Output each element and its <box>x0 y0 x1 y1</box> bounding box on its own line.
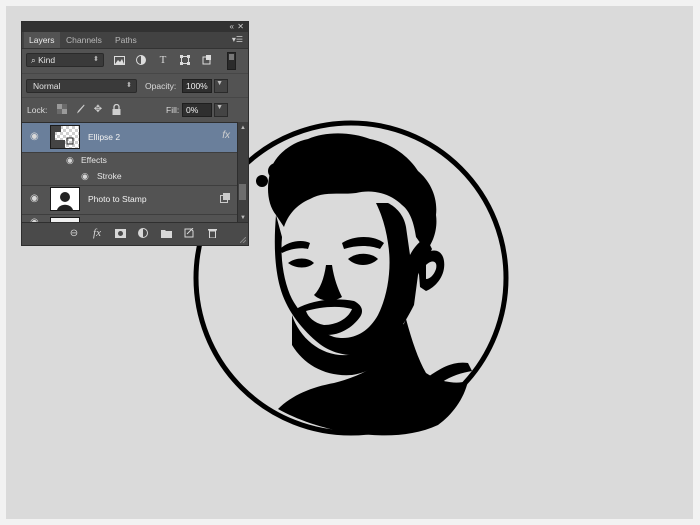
layer-style-icon[interactable]: fx <box>91 227 103 239</box>
type-filter-icon[interactable]: T <box>156 53 170 67</box>
visibility-eye-icon[interactable]: ◉ <box>30 194 42 204</box>
layer-row-ellipse-2[interactable]: ◉ Ellipse 2 fx <box>22 123 238 153</box>
blend-mode-value: Normal <box>33 81 61 91</box>
effect-stroke-row[interactable]: ◉ Stroke <box>22 168 238 186</box>
chevron-updown-icon: ⬍ <box>93 56 99 63</box>
effects-visibility-eye-icon[interactable]: ◉ <box>66 156 76 165</box>
visibility-eye-icon[interactable]: ◉ <box>30 132 42 142</box>
fill-label: Fill: <box>166 105 180 115</box>
shape-layer-icon <box>51 126 74 148</box>
stroke-effect-label: Stroke <box>97 171 122 181</box>
lock-position-icon[interactable]: ✥ <box>92 103 104 115</box>
opacity-input[interactable]: 100% <box>182 79 212 93</box>
layer-effects-row[interactable]: ◉ Effects <box>22 152 238 168</box>
fill-dropdown[interactable]: ▼ <box>214 103 228 117</box>
image-filter-icon[interactable] <box>112 53 126 67</box>
fx-icon[interactable]: fx <box>222 130 230 141</box>
chevron-down-icon: ▼ <box>216 104 223 111</box>
filter-row: ⌕ Kind ⬍ T <box>22 49 248 71</box>
lock-row: Lock: ✥ Fill: 0% ▼ <box>22 97 248 122</box>
layer-thumbnail <box>50 187 80 211</box>
tab-paths[interactable]: Paths <box>110 32 142 48</box>
layers-panel: « ✕ Layers Channels Paths ▾☰ ⌕ Kind ⬍ T <box>21 21 249 246</box>
scroll-down-icon[interactable]: ▼ <box>239 214 247 222</box>
link-layers-icon[interactable]: ⊖ <box>68 227 80 239</box>
chevron-updown-icon: ⬍ <box>126 82 132 89</box>
filter-kind-select[interactable]: ⌕ Kind ⬍ <box>26 53 104 67</box>
opacity-dropdown[interactable]: ▼ <box>214 79 228 93</box>
chevron-down-icon: ▼ <box>216 80 223 87</box>
layers-bottom-bar: ⊖ fx <box>22 222 248 245</box>
scrollbar-thumb[interactable] <box>239 184 246 200</box>
layers-list: ◉ Ellipse 2 fx ◉ Effects ◉ Stroke ◉ Phot… <box>22 122 238 225</box>
new-group-icon[interactable] <box>160 227 172 239</box>
layer-name[interactable]: Ellipse 2 <box>88 132 120 142</box>
lock-all-icon[interactable] <box>110 103 122 115</box>
tab-channels[interactable]: Channels <box>61 32 107 48</box>
new-layer-icon[interactable] <box>183 227 195 239</box>
lock-label: Lock: <box>27 105 48 115</box>
smart-object-badge-icon <box>220 193 230 205</box>
scroll-up-icon[interactable]: ▲ <box>239 124 247 132</box>
close-panel-icon[interactable]: ✕ <box>237 22 244 32</box>
filter-toggle-switch[interactable] <box>227 52 236 70</box>
blend-mode-select[interactable]: Normal ⬍ <box>26 79 137 93</box>
panel-menu-icon[interactable]: ▾☰ <box>232 35 243 44</box>
blend-row: Normal ⬍ Opacity: 100% ▼ <box>22 73 248 96</box>
layer-name[interactable]: Photo to Stamp <box>88 194 147 204</box>
panel-tabs: Layers Channels Paths ▾☰ <box>22 32 248 49</box>
resize-grip-icon[interactable] <box>240 237 246 243</box>
opacity-label: Opacity: <box>145 81 177 91</box>
adjustment-filter-icon[interactable] <box>134 53 148 67</box>
add-mask-icon[interactable] <box>114 227 126 239</box>
shape-filter-icon[interactable] <box>178 53 192 67</box>
smart-object-filter-icon[interactable] <box>200 53 214 67</box>
layer-row-photo-to-stamp[interactable]: ◉ Photo to Stamp <box>22 185 238 215</box>
tab-layers[interactable]: Layers <box>24 32 60 48</box>
layer-thumbnail <box>50 125 80 149</box>
collapse-panel-icon[interactable]: « <box>230 22 234 32</box>
fill-input[interactable]: 0% <box>182 103 212 117</box>
layers-scrollbar[interactable]: ▲ ▼ <box>237 122 248 224</box>
delete-layer-icon[interactable] <box>206 227 218 239</box>
filter-kind-label: Kind <box>38 55 56 65</box>
effects-label: Effects <box>81 155 107 165</box>
stroke-visibility-eye-icon[interactable]: ◉ <box>81 172 91 181</box>
lock-image-pixels-icon[interactable] <box>74 103 86 115</box>
panel-titlebar[interactable]: « ✕ <box>22 22 248 32</box>
portrait-thumbnail-icon <box>57 192 73 210</box>
adjustment-layer-icon[interactable] <box>137 227 149 239</box>
lock-transparent-pixels-icon[interactable] <box>56 103 68 115</box>
